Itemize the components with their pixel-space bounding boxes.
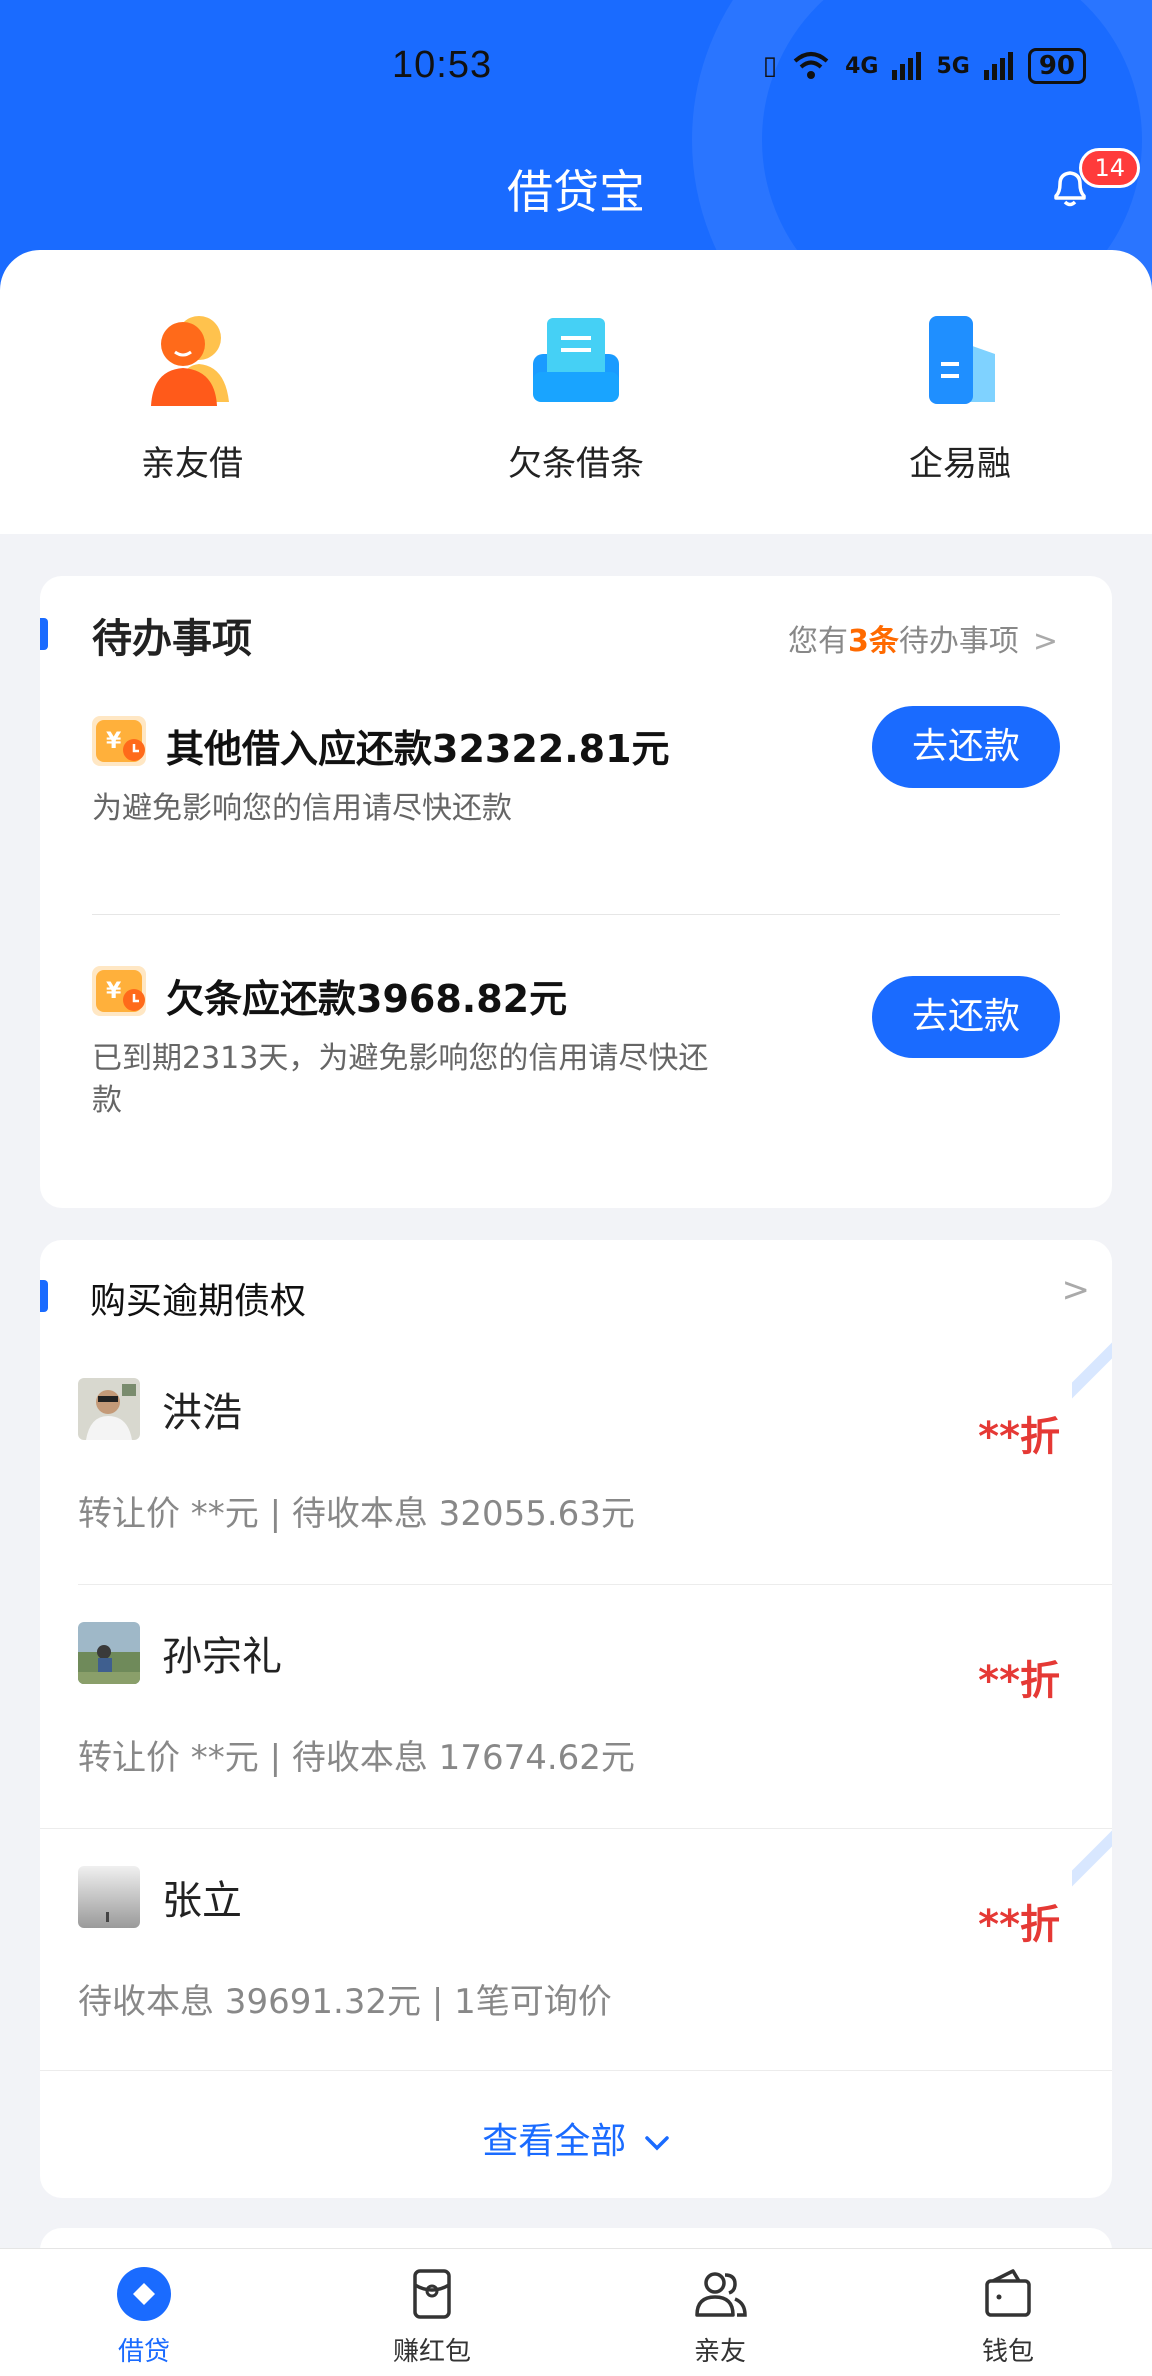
chevron-down-icon (644, 2136, 669, 2151)
vibrate-icon: ▯ (762, 51, 778, 81)
avatar (78, 1866, 140, 1928)
page-title: 借贷宝 (507, 165, 645, 219)
debtor-name: 张立 (162, 1878, 242, 1924)
bottom-navigation: 借贷 赚红包 亲友 钱包 (0, 2248, 1152, 2376)
debt-info: 转让价 **元 | 待收本息 32055.63元 (78, 1494, 635, 1534)
chevron-right-icon[interactable]: > (1062, 1270, 1091, 1310)
avatar (78, 1378, 140, 1440)
nav-tab-red-packet[interactable]: 赚红包 (288, 2249, 576, 2376)
discount-label: **折 (978, 1414, 1060, 1460)
todo-card: 待办事项 您有3条待办事项 > ¥ 其他借入应还款32322.81元 为避免影响您… (40, 576, 1112, 1208)
nav-label: 钱包 (981, 2337, 1034, 2367)
debt-list-item[interactable]: 张立 **折 待收本息 39691.32元 | 1笔可询价 (40, 1830, 1112, 2074)
quick-action-enterprise-finance[interactable]: 企易融 (768, 250, 1152, 534)
repay-button[interactable]: 去还款 (872, 706, 1060, 788)
red-packet-icon (413, 2269, 451, 2319)
debt-info: 转让价 **元 | 待收本息 17674.62元 (78, 1738, 635, 1778)
svg-text:¥: ¥ (106, 979, 122, 1004)
todo-summary-count: 3条 (847, 624, 899, 659)
repayment-clock-icon: ¥ (92, 716, 146, 766)
battery-indicator: 90 (1027, 48, 1086, 84)
task-title: 欠条应还款3968.82元 (166, 977, 568, 1021)
debt-list-item[interactable]: 洪浩 **折 转让价 **元 | 待收本息 32055.63元 (40, 1342, 1112, 1586)
nav-label: 亲友 (693, 2337, 746, 2367)
enterprise-finance-icon (929, 316, 995, 404)
view-all-label: 查看全部 (482, 2121, 627, 2162)
debt-section-title: 购买逾期债权 (90, 1281, 307, 1322)
todo-summary-suffix: 待办事项 (898, 624, 1019, 659)
quick-action-iou[interactable]: 欠条借条 (384, 250, 768, 534)
status-icons: ▯ 4G 5G 90 (763, 48, 1086, 84)
friends-icon (695, 2272, 747, 2317)
signal-bars-icon (892, 52, 922, 80)
nav-tab-loan[interactable]: 借贷 (0, 2249, 288, 2376)
signal-bars-icon (983, 52, 1013, 80)
todo-task: ¥ 其他借入应还款32322.81元 为避免影响您的信用请尽快还款 去还款 (92, 706, 1060, 832)
iou-icon (533, 318, 619, 402)
overdue-debt-card: 购买逾期债权 > 洪浩 **折 转让价 **元 | 待收本息 32055.63元… (40, 1240, 1112, 2198)
avatar (78, 1622, 140, 1684)
divider (78, 1584, 1112, 1585)
wifi-icon (793, 52, 829, 79)
quick-action-friend-loan[interactable]: 亲友借 (0, 250, 384, 534)
signal-5g-label: 5G (936, 53, 970, 79)
task-title: 其他借入应还款32322.81元 (166, 727, 670, 771)
repayment-clock-icon: ¥ (92, 966, 146, 1016)
friend-loan-icon (151, 316, 229, 406)
task-description: 已到期2313天，为避免影响您的信用请尽快还款 (92, 1041, 709, 1118)
nav-tab-friends[interactable]: 亲友 (576, 2249, 864, 2376)
debtor-name: 孙宗礼 (162, 1634, 282, 1680)
nav-tab-wallet[interactable]: 钱包 (864, 2249, 1152, 2376)
quick-action-label: 亲友借 (141, 444, 243, 484)
status-time: 10:53 (392, 44, 493, 86)
loan-icon (117, 2267, 171, 2321)
discount-label: **折 (978, 1902, 1060, 1948)
todo-task: ¥ 欠条应还款3968.82元 已到期2313天，为避免影响您的信用请尽快还款 … (92, 962, 1060, 1142)
signal-4g-label: 4G (845, 53, 879, 79)
section-marker (40, 1280, 48, 1312)
quick-action-label: 欠条借条 (508, 444, 644, 484)
nav-label: 赚红包 (392, 2337, 471, 2367)
todo-summary-link[interactable]: 您有3条待办事项 > (788, 616, 1058, 660)
divider (40, 1828, 1112, 1829)
view-all-button[interactable]: 查看全部 (40, 2112, 1112, 2164)
task-description: 为避免影响您的信用请尽快还款 (92, 791, 512, 826)
todo-summary-prefix: 您有 (787, 624, 848, 659)
notification-badge: 14 (1079, 148, 1140, 188)
debt-list-item[interactable]: 孙宗礼 **折 转让价 **元 | 待收本息 17674.62元 (40, 1586, 1112, 1830)
discount-label: **折 (978, 1658, 1060, 1704)
divider (40, 2070, 1112, 2071)
todo-title: 待办事项 (92, 616, 252, 662)
nav-label: 借贷 (117, 2337, 170, 2367)
repay-button[interactable]: 去还款 (872, 976, 1060, 1058)
corner-decoration (1072, 1342, 1112, 1402)
chevron-right-icon: > (1032, 624, 1058, 659)
wallet-icon (985, 2269, 1031, 2317)
quick-actions: 亲友借 欠条借条 企易融 (0, 250, 1152, 534)
divider (92, 914, 1060, 915)
svg-text:¥: ¥ (106, 729, 122, 754)
debtor-name: 洪浩 (162, 1390, 242, 1436)
section-marker (40, 618, 48, 650)
status-bar: 10:53 ▯ 4G 5G 90 (0, 40, 1152, 96)
quick-action-label: 企易融 (909, 444, 1011, 484)
debt-info: 待收本息 39691.32元 | 1笔可询价 (78, 1982, 612, 2022)
corner-decoration (1072, 1830, 1112, 1890)
